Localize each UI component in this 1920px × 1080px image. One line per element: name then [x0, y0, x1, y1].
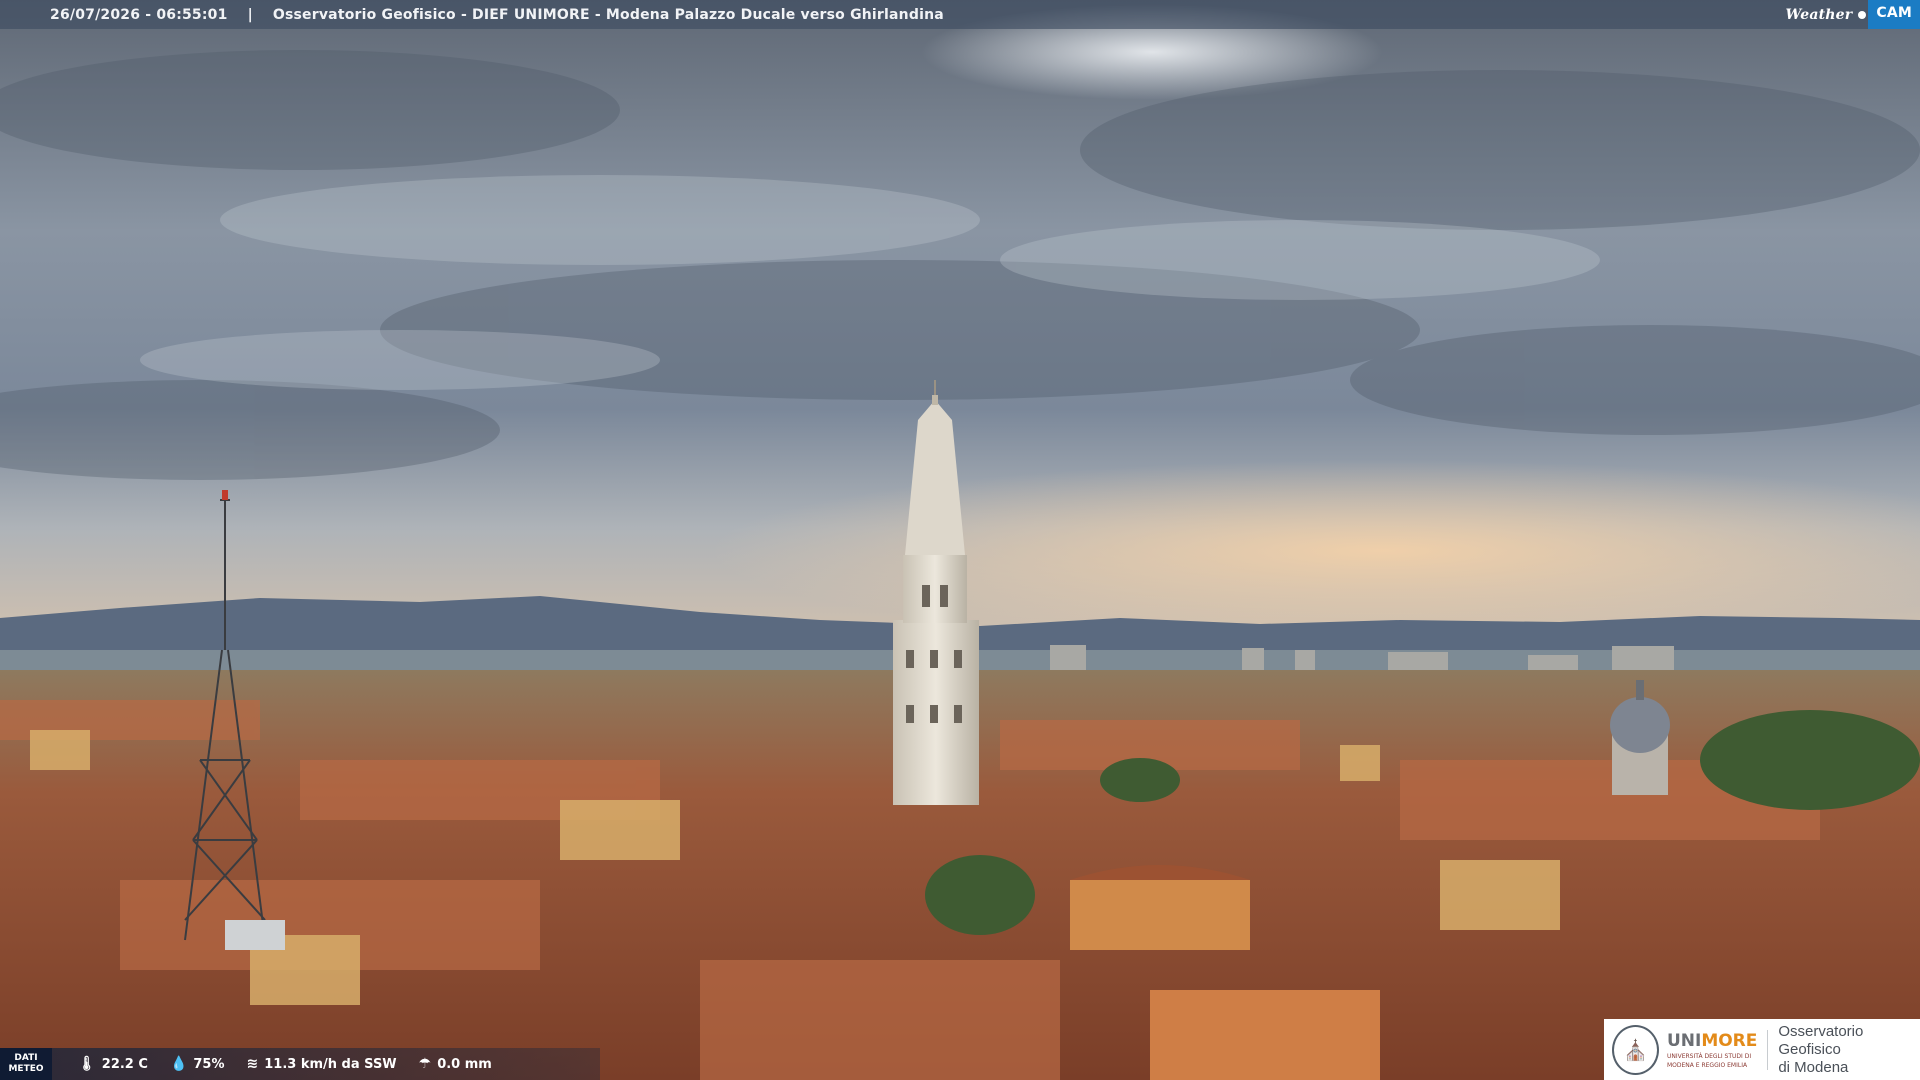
unimore-name-gray: UNI: [1666, 1030, 1702, 1051]
weathercam-cam-text: CAM: [1868, 0, 1920, 29]
humidity-drop-icon: 💧: [169, 1056, 188, 1072]
university-line2: MODENA E REGGIO EMILIA: [1666, 1061, 1748, 1069]
temperature-value: 22.2 C: [101, 1056, 148, 1072]
unimore-logo-panel: ⛪ UNIMORE UNIVERSITÀ DEGLI STUDI DI MODE…: [1604, 1019, 1920, 1080]
observatory-name: Osservatorio Geofisico di Modena: [1778, 1023, 1920, 1077]
thermometer-icon: 🌡: [78, 1056, 96, 1072]
weathercam-logo: Weather CAM: [1785, 0, 1920, 29]
humidity-reading: 💧 75%: [170, 1056, 225, 1072]
orange-church-drum: [1070, 880, 1250, 950]
humidity-value: 75%: [193, 1056, 225, 1072]
rain-value: 0.0 mm: [437, 1056, 492, 1072]
antenna-base: [225, 920, 285, 950]
logo-divider: [1767, 1029, 1769, 1070]
camera-caption: Osservatorio Geofisico - DIEF UNIMORE - …: [272, 6, 944, 23]
wind-value: 11.3 km/h da SSW: [264, 1056, 397, 1072]
university-seal-icon: ⛪: [1612, 1024, 1659, 1075]
weathercam-weather-text: Weather: [1785, 6, 1853, 23]
meteo-label-line1: DATI: [14, 1053, 38, 1063]
meteo-label-line2: METEO: [8, 1064, 44, 1074]
webcam-scene: [0, 0, 1920, 1080]
temperature-reading: 🌡 22.2 C: [78, 1056, 148, 1072]
dome-lantern: [1636, 680, 1644, 700]
observatory-line1: Osservatorio Geofisico: [1778, 1022, 1864, 1058]
rain-reading: ☂ 0.0 mm: [419, 1056, 492, 1072]
dome: [1610, 697, 1670, 753]
wind-reading: ≋ 11.3 km/h da SSW: [247, 1056, 397, 1072]
weathercam-dot-icon: [1858, 10, 1867, 19]
meteo-label: DATI METEO: [0, 1048, 52, 1080]
rain-icon: ☂: [418, 1056, 432, 1072]
wind-icon: ≋: [246, 1056, 259, 1072]
antenna-tip: [222, 490, 228, 500]
unimore-name-orange: MORE: [1701, 1030, 1758, 1051]
caption-bar: 26/07/2026 - 06:55:01 | Osservatorio Geo…: [0, 0, 1920, 29]
meteo-data-bar: DATI METEO 🌡 22.2 C 💧 75% ≋ 11.3 km/h da…: [0, 1048, 600, 1080]
orange-church-front: [1150, 990, 1380, 1080]
timestamp: 26/07/2026 - 06:55:01: [50, 6, 228, 23]
observatory-line2: di Modena: [1778, 1058, 1849, 1076]
caption-separator: |: [247, 6, 253, 23]
university-line1: UNIVERSITÀ DEGLI STUDI DI: [1666, 1052, 1752, 1060]
unimore-wordmark: UNIMORE UNIVERSITÀ DEGLI STUDI DI MODENA…: [1667, 1031, 1757, 1069]
